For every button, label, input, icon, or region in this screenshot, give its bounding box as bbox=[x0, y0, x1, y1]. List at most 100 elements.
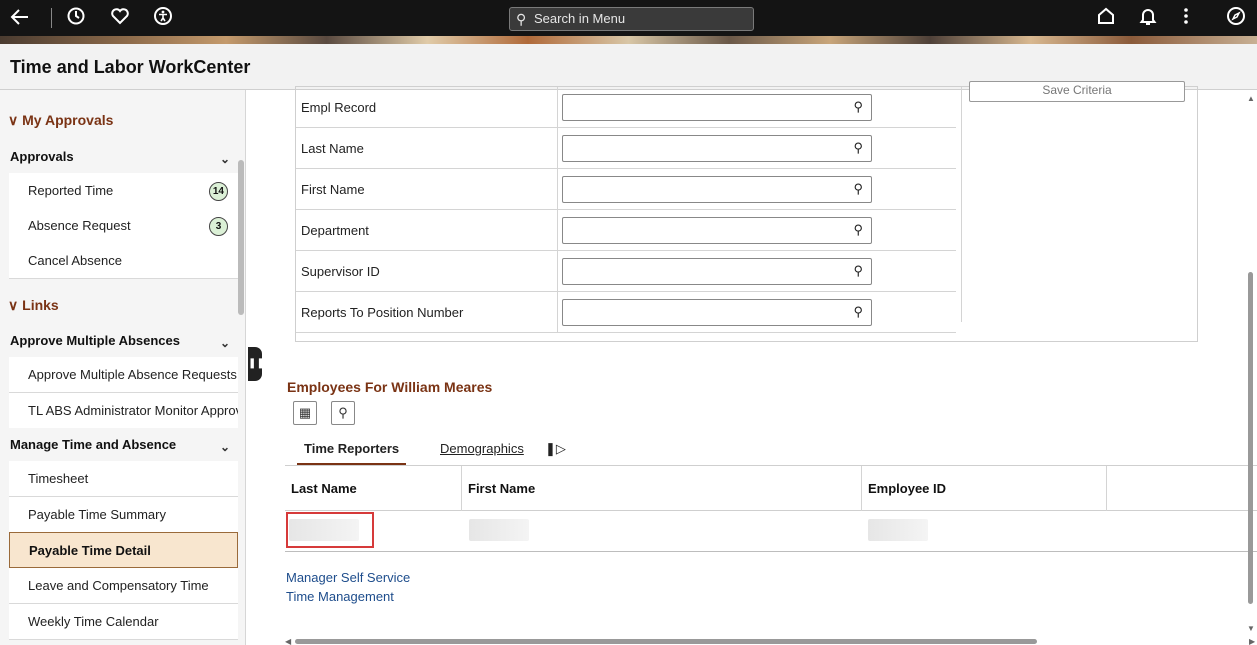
sidebar-item-payable-time-summary[interactable]: Payable Time Summary bbox=[9, 497, 238, 533]
criteria-label: Empl Record bbox=[296, 87, 558, 128]
search-icon: ⚲ bbox=[338, 405, 348, 420]
sidebar-item-tl-abs-administrator-monitor[interactable]: TL ABS Administrator Monitor Approva bbox=[9, 393, 238, 429]
sidebar-item-reported-time[interactable]: Reported Time 14 bbox=[9, 173, 238, 209]
sidebar-item-label: Approve Multiple Absence Requests bbox=[28, 367, 237, 382]
count-badge: 3 bbox=[209, 217, 228, 236]
show-all-columns-icon[interactable]: ❚▷ bbox=[545, 434, 566, 466]
column-header-employee-id[interactable]: Employee ID bbox=[862, 466, 1107, 511]
sidebar-group-manage-time-and-absence[interactable]: Manage Time and Absence ⌄ bbox=[0, 428, 238, 462]
sidebar-item-label: Absence Request bbox=[28, 218, 131, 233]
scroll-down-icon[interactable]: ▼ bbox=[1247, 624, 1255, 633]
sidebar-item-leave-and-compensatory-time[interactable]: Leave and Compensatory Time bbox=[9, 568, 238, 604]
sidebar-item-label: Payable Time Summary bbox=[28, 507, 166, 522]
criteria-row-last-name: Last Name ⚲ bbox=[296, 128, 956, 169]
lookup-icon[interactable]: ⚲ bbox=[853, 99, 863, 115]
chevron-down-icon: ⌄ bbox=[219, 440, 230, 454]
criteria-label: First Name bbox=[296, 169, 558, 210]
sidebar-group-label: Manage Time and Absence bbox=[10, 437, 177, 452]
sidebar-item-cancel-absence[interactable]: Cancel Absence bbox=[9, 243, 238, 279]
scroll-left-icon[interactable]: ◀ bbox=[285, 637, 291, 645]
search-criteria-panel: Empl Record ⚲ Last Name ⚲ First Name ⚲ D… bbox=[295, 81, 1198, 342]
criteria-row-first-name: First Name ⚲ bbox=[296, 169, 956, 210]
vertical-scroll-thumb[interactable] bbox=[1248, 272, 1253, 604]
compass-icon[interactable] bbox=[1224, 6, 1248, 30]
chevron-down-icon: ⌄ bbox=[219, 336, 230, 350]
redacted-first-name bbox=[469, 519, 529, 541]
sidebar: ∨ My Approvals Approvals ⌄ Reported Time… bbox=[0, 90, 246, 645]
accessibility-icon[interactable] bbox=[151, 6, 175, 30]
sidebar-scrollbar[interactable] bbox=[238, 160, 244, 315]
criteria-label: Last Name bbox=[296, 128, 558, 169]
horizontal-scroll-thumb[interactable] bbox=[295, 639, 1037, 644]
link-manager-self-service[interactable]: Manager Self Service bbox=[286, 570, 410, 585]
sidebar-group-approve-multiple-absences[interactable]: Approve Multiple Absences ⌄ bbox=[0, 324, 238, 358]
clock-icon[interactable] bbox=[64, 6, 88, 30]
link-time-management[interactable]: Time Management bbox=[286, 589, 394, 604]
sidebar-section-label: My Approvals bbox=[22, 112, 114, 128]
sidebar-item-weekly-time-calendar[interactable]: Weekly Time Calendar bbox=[9, 604, 238, 640]
home-icon[interactable] bbox=[1094, 6, 1118, 30]
sidebar-item-payable-time-detail[interactable]: Payable Time Detail bbox=[9, 532, 238, 568]
scroll-up-icon[interactable]: ▲ bbox=[1247, 94, 1255, 103]
search-input[interactable]: ⚲ Search in Menu bbox=[509, 7, 754, 31]
main-content: Empl Record ⚲ Last Name ⚲ First Name ⚲ D… bbox=[262, 81, 1257, 645]
first-name-field[interactable]: ⚲ bbox=[562, 176, 872, 203]
criteria-row-supervisor-id: Supervisor ID ⚲ bbox=[296, 251, 956, 292]
lookup-icon[interactable]: ⚲ bbox=[853, 140, 863, 156]
scroll-right-icon[interactable]: ▶ bbox=[1249, 637, 1255, 645]
sidebar-group-label: Approve Multiple Absences bbox=[10, 333, 180, 348]
more-vertical-icon[interactable] bbox=[1174, 6, 1198, 30]
grid-search-button[interactable]: ⚲ bbox=[331, 401, 355, 425]
lookup-icon[interactable]: ⚲ bbox=[853, 222, 863, 238]
last-name-field[interactable]: ⚲ bbox=[562, 135, 872, 162]
sidebar-item-timesheet[interactable]: Timesheet bbox=[9, 461, 238, 497]
department-field[interactable]: ⚲ bbox=[562, 217, 872, 244]
redacted-employee-id bbox=[868, 519, 928, 541]
tab-demographics[interactable]: Demographics bbox=[440, 434, 524, 466]
lookup-icon[interactable]: ⚲ bbox=[853, 304, 863, 320]
sidebar-item-approve-multiple-absence-requests[interactable]: Approve Multiple Absence Requests bbox=[9, 357, 238, 393]
reports-to-position-field[interactable]: ⚲ bbox=[562, 299, 872, 326]
criteria-row-reports-to-position: Reports To Position Number ⚲ bbox=[296, 292, 956, 333]
sidebar-item-absence-request[interactable]: Absence Request 3 bbox=[9, 208, 238, 244]
table-row[interactable] bbox=[285, 511, 1257, 552]
sidebar-item-label: Timesheet bbox=[28, 471, 89, 486]
column-header-first-name[interactable]: First Name bbox=[462, 466, 862, 511]
toolbar-divider bbox=[51, 8, 52, 28]
column-header-last-name[interactable]: Last Name bbox=[285, 466, 462, 511]
bell-icon[interactable] bbox=[1136, 6, 1160, 30]
chevron-down-icon: ∨ bbox=[8, 112, 19, 128]
top-navigation-bar: ⚲ Search in Menu bbox=[0, 0, 1257, 36]
employees-section-title: Employees For William Meares bbox=[287, 379, 493, 395]
sidebar-item-label: Cancel Absence bbox=[28, 253, 122, 268]
sidebar-item-label: Leave and Compensatory Time bbox=[28, 578, 209, 593]
horizontal-scrollbar[interactable]: ◀ ▶ bbox=[285, 637, 1257, 645]
count-badge: 14 bbox=[208, 182, 228, 201]
save-criteria-button[interactable]: Save Criteria bbox=[969, 81, 1185, 102]
sidebar-group-approvals[interactable]: Approvals ⌄ bbox=[0, 140, 238, 174]
sidebar-group-label: Approvals bbox=[10, 149, 74, 164]
heart-icon[interactable] bbox=[108, 6, 132, 30]
lookup-icon[interactable]: ⚲ bbox=[853, 263, 863, 279]
vertical-scrollbar[interactable]: ▲ ▼ bbox=[1245, 90, 1257, 638]
sidebar-section-links[interactable]: ∨ Links bbox=[0, 287, 238, 323]
supervisor-id-field[interactable]: ⚲ bbox=[562, 258, 872, 285]
sidebar-collapse-handle[interactable]: ❚❚ bbox=[248, 347, 265, 381]
empl-record-field[interactable]: ⚲ bbox=[562, 94, 872, 121]
personalize-grid-button[interactable]: ▦ bbox=[293, 401, 317, 425]
decorative-banner bbox=[0, 36, 1257, 44]
arrow-left-icon[interactable] bbox=[8, 6, 32, 30]
criteria-label: Supervisor ID bbox=[296, 251, 558, 292]
page-title: Time and Labor WorkCenter bbox=[10, 57, 251, 77]
lookup-icon[interactable]: ⚲ bbox=[853, 181, 863, 197]
sidebar-section-my-approvals[interactable]: ∨ My Approvals bbox=[0, 102, 238, 138]
sidebar-section-label: Links bbox=[22, 297, 59, 313]
sidebar-item-label: Payable Time Detail bbox=[29, 543, 151, 558]
criteria-label: Reports To Position Number bbox=[296, 292, 558, 333]
sidebar-item-label: TL ABS Administrator Monitor Approva bbox=[28, 403, 238, 418]
criteria-divider bbox=[961, 87, 962, 322]
sidebar-item-label: Reported Time bbox=[28, 183, 114, 198]
tab-time-reporters[interactable]: Time Reporters bbox=[297, 434, 407, 466]
criteria-label: Department bbox=[296, 210, 558, 251]
search-placeholder: Search in Menu bbox=[534, 11, 626, 26]
